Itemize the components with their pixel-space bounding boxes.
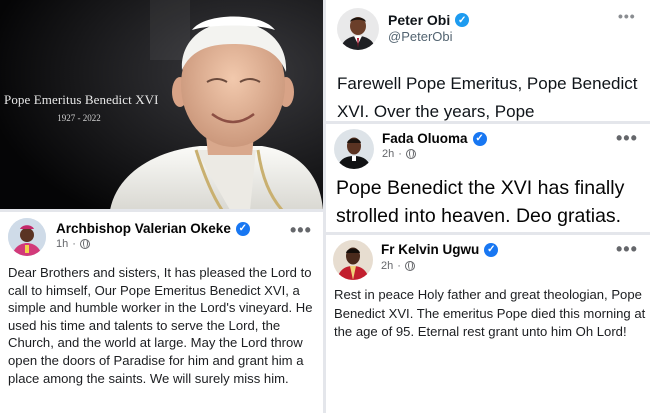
avatar-peter-obi-image [337,8,379,50]
avatar[interactable] [8,218,46,256]
caption-name: Pope Emeritus Benedict XVI [4,92,159,107]
author-row: Fr Kelvin Ugwu ✓ [381,242,499,257]
author-name[interactable]: Fr Kelvin Ugwu [381,242,479,257]
author-name[interactable]: Fada Oluoma [382,131,468,146]
author-handle[interactable]: @PeterObi [388,29,453,44]
column-divider [323,0,326,413]
post-fada-oluoma: Fada Oluoma ✓ 2h · ••• Pope Benedict the… [326,122,650,233]
post-time[interactable]: 2h [381,260,393,272]
verified-icon: ✓ [472,131,487,146]
verified-icon: ✓ [235,221,250,236]
verified-icon: ✓ [455,13,470,27]
more-options-icon[interactable]: ••• [616,128,638,149]
more-options-icon[interactable]: ••• [290,220,312,241]
caption-years: 1927 - 2022 [57,113,101,123]
author-row: Fada Oluoma ✓ [382,131,487,146]
globe-icon [404,261,415,271]
avatar-fr-kelvin-image [333,240,373,280]
more-options-icon[interactable]: ••• [616,239,638,260]
post-fr-kelvin-ugwu: Fr Kelvin Ugwu ✓ 2h · ••• Rest in peace … [326,233,650,413]
verified-icon: ✓ [484,242,499,257]
post-body: Farewell Pope Emeritus, Pope Benedict XV… [337,74,638,121]
post-peter-obi: Peter Obi ✓ @PeterObi ••• Farewell Pope … [326,0,650,122]
author-row: Archbishop Valerian Okeke ✓ [56,221,250,236]
author-name[interactable]: Peter Obi [388,12,450,28]
more-options-icon[interactable]: ••• [618,8,636,24]
globe-icon [405,149,416,159]
post-time[interactable]: 1h [56,238,68,250]
post-body: Dear Brothers and sisters, It has please… [8,265,313,386]
avatar[interactable] [334,129,374,169]
photo-caption: Pope Emeritus Benedict XVI 1927 - 2022 [4,92,159,123]
post-body: Rest in peace Holy father and great theo… [334,287,646,339]
avatar-fada-image [334,129,374,169]
post-archbishop-okeke: Archbishop Valerian Okeke ✓ 1h · ••• Dea… [0,210,323,413]
author-row: Peter Obi ✓ [388,12,470,28]
post-meta: 1h · [56,238,90,250]
row-divider [326,232,650,235]
avatar[interactable] [337,8,379,50]
post-meta: 2h · [381,260,415,272]
avatar-archbishop-image [8,218,46,256]
author-name[interactable]: Archbishop Valerian Okeke [56,221,231,236]
globe-icon [79,239,90,249]
pope-photo-panel: Pope Emeritus Benedict XVI 1927 - 2022 [0,0,323,210]
post-time[interactable]: 2h [382,148,394,160]
row-divider [0,209,323,212]
avatar[interactable] [333,240,373,280]
post-body: Pope Benedict the XVI has finally stroll… [336,177,625,227]
row-divider [326,121,650,124]
post-meta: 2h · [382,148,416,160]
